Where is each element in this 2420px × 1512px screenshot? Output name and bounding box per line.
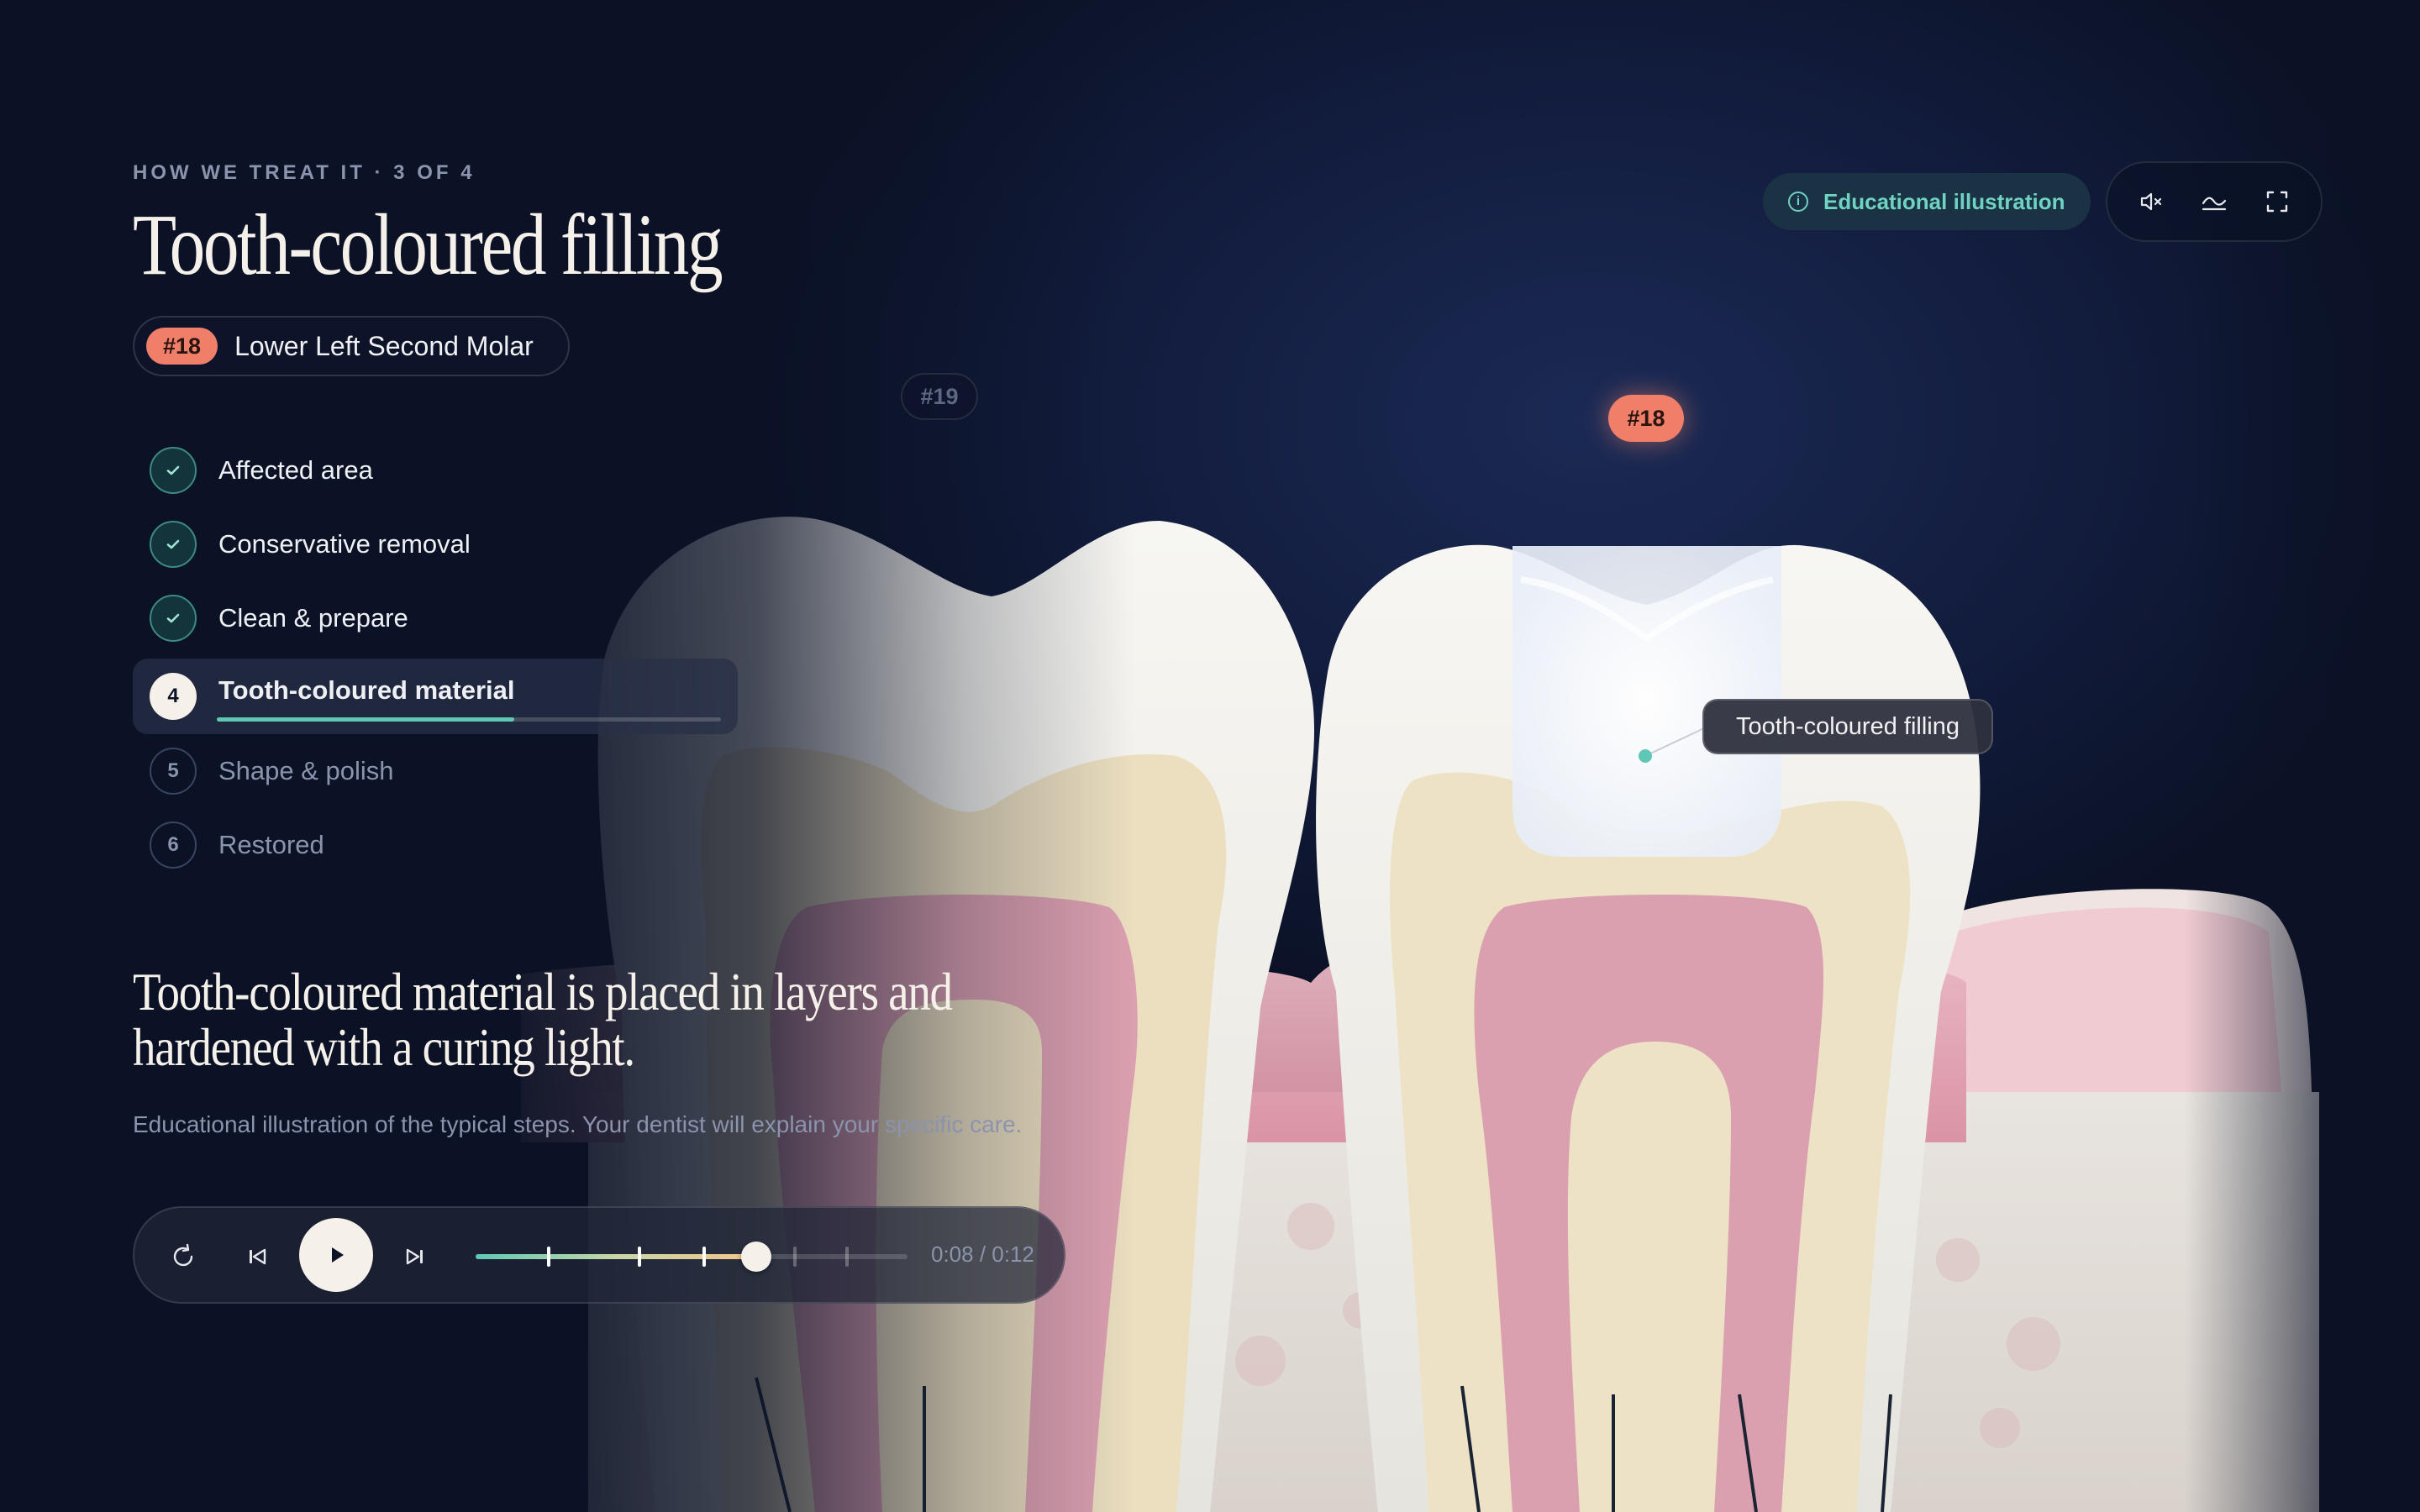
mute-button[interactable]: [2126, 176, 2176, 227]
tooth-name: Lower Left Second Molar: [234, 330, 534, 361]
scrubber-handle[interactable]: [741, 1242, 772, 1272]
filling-callout: Tooth-coloured filling: [1702, 699, 1993, 754]
play-icon: [332, 1247, 344, 1263]
step-label: Tooth-coloured material: [218, 675, 515, 705]
step-headline: Tooth-coloured material is placed in lay…: [133, 962, 953, 1077]
disclaimer-text: Educational illustration of the typical …: [133, 1111, 1023, 1137]
step-number: 6: [150, 822, 197, 869]
fullscreen-button[interactable]: [2252, 176, 2302, 227]
scrubber-marker[interactable]: [702, 1247, 707, 1267]
scrubber-marker[interactable]: [547, 1247, 551, 1267]
step-progress-fill: [217, 717, 514, 722]
callout-dot: [1639, 749, 1652, 763]
previous-icon: [250, 1248, 266, 1265]
time-readout: 0:08 / 0:12: [931, 1242, 1034, 1267]
check-icon: [150, 521, 197, 568]
scrubber-marker[interactable]: [845, 1247, 850, 1267]
step-tooth-coloured-material[interactable]: 4 Tooth-coloured material: [133, 659, 738, 734]
next-icon: [406, 1248, 423, 1265]
previous-button[interactable]: [234, 1233, 281, 1280]
scrubber[interactable]: [476, 1242, 908, 1272]
tooth-tag-18[interactable]: #18: [1608, 395, 1684, 442]
educational-badge[interactable]: i Educational illustration: [1763, 173, 2091, 230]
page-title: Tooth-coloured filling: [133, 197, 723, 293]
step-label: Conservative removal: [218, 529, 471, 559]
step-label: Affected area: [218, 455, 373, 485]
step-conservative-removal[interactable]: Conservative removal: [133, 511, 738, 578]
step-label: Shape & polish: [218, 756, 394, 785]
step-progress-bar: [217, 717, 721, 722]
step-shape-polish[interactable]: 5 Shape & polish: [133, 738, 738, 805]
step-label: Clean & prepare: [218, 603, 408, 633]
scrubber-marker[interactable]: [638, 1247, 642, 1267]
playback-bar: 0:08 / 0:12: [133, 1206, 1065, 1304]
step-clean-prepare[interactable]: Clean & prepare: [133, 585, 738, 652]
motion-button[interactable]: [2189, 176, 2239, 227]
scrubber-marker[interactable]: [793, 1247, 797, 1267]
fullscreen-icon: [2267, 191, 2288, 213]
next-button[interactable]: [392, 1233, 439, 1280]
scrubber-fill: [476, 1254, 757, 1259]
educational-badge-label: Educational illustration: [1823, 188, 2065, 214]
step-restored[interactable]: 6 Restored: [133, 811, 738, 879]
speaker-muted-icon: [2140, 192, 2161, 211]
tooth-number-badge: #18: [146, 328, 218, 365]
wave-icon: [2202, 197, 2227, 211]
info-icon: i: [1788, 192, 1808, 212]
step-label: Restored: [218, 830, 324, 859]
tooth-chip: #18 Lower Left Second Molar: [133, 316, 570, 376]
step-affected-area[interactable]: Affected area: [133, 437, 738, 504]
step-number: 4: [150, 673, 197, 720]
check-icon: [150, 447, 197, 494]
replay-icon: [173, 1243, 193, 1267]
check-icon: [150, 595, 197, 642]
tooth-tag-19[interactable]: #19: [901, 373, 978, 420]
replay-button[interactable]: [160, 1233, 207, 1280]
view-controls: [2106, 161, 2323, 242]
step-number: 5: [150, 748, 197, 795]
tooth-18: [1316, 544, 1981, 1512]
section-eyebrow: HOW WE TREAT IT · 3 OF 4: [133, 161, 476, 184]
play-button[interactable]: [299, 1218, 373, 1292]
